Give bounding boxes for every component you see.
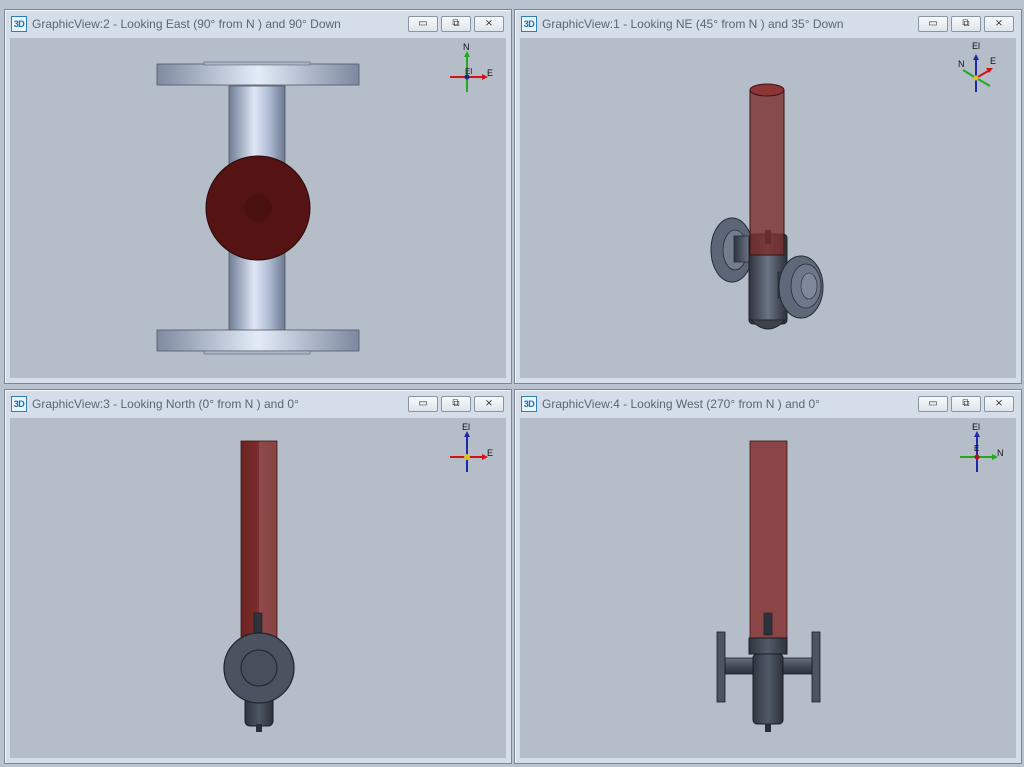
restore-icon: ⧉ (452, 18, 460, 29)
minimize-icon: ▭ (928, 398, 938, 409)
close-button[interactable]: ⨯ (474, 16, 504, 32)
graphic-view-1-titlebar[interactable]: 3D GraphicView:1 - Looking NE (45° from … (515, 10, 1021, 38)
restore-button[interactable]: ⧉ (951, 16, 981, 32)
graphic-view-4-window[interactable]: 3D GraphicView:4 - Looking West (270° fr… (514, 389, 1022, 764)
3d-view-icon: 3D (521, 16, 537, 32)
axis-label-up: El (972, 41, 981, 51)
axis-triad: El N E (956, 422, 1006, 472)
close-button[interactable]: ⨯ (984, 16, 1014, 32)
cover (748, 637, 788, 655)
graphic-view-1-window[interactable]: 3D GraphicView:1 - Looking NE (45° from … (514, 9, 1022, 384)
close-icon: ⨯ (994, 398, 1004, 409)
axis-label-up: N (463, 42, 470, 52)
left-flange (716, 631, 726, 703)
bottom-flange (156, 329, 360, 352)
minimize-icon: ▭ (928, 18, 938, 29)
3d-view-icon: 3D (11, 16, 27, 32)
axis-triad: El E (446, 422, 496, 472)
restore-button[interactable]: ⧉ (441, 396, 471, 412)
graphic-view-4-title: GraphicView:4 - Looking West (270° from … (542, 397, 820, 411)
close-button[interactable]: ⨯ (984, 396, 1014, 412)
axis-label-right: N (997, 448, 1004, 458)
top-flange-face (203, 61, 311, 66)
axis-label-up: El (462, 422, 471, 432)
axis-label-right: E (487, 448, 494, 458)
graphic-view-3-titlebar[interactable]: 3D GraphicView:3 - Looking North (0° fro… (5, 390, 511, 418)
minimize-icon: ▭ (418, 398, 428, 409)
minimize-button[interactable]: ▭ (408, 396, 438, 412)
graphic-view-2-viewport[interactable]: N E El (10, 38, 506, 378)
axis-label-left: N (958, 59, 965, 69)
right-flange (811, 631, 821, 703)
graphic-view-3-viewport[interactable]: El E (10, 418, 506, 758)
strainer-body (752, 653, 784, 725)
right-nozzle (781, 657, 813, 675)
left-nozzle (724, 657, 756, 675)
axis-label-right: E (990, 56, 997, 66)
minimize-button[interactable]: ▭ (408, 16, 438, 32)
graphic-view-4-viewport[interactable]: El N E (520, 418, 1016, 758)
basket-cylinder (240, 440, 278, 639)
close-icon: ⨯ (484, 18, 494, 29)
graphic-view-1-viewport[interactable]: El E N (520, 38, 1016, 378)
basket-cylinder (749, 89, 785, 256)
close-icon: ⨯ (484, 398, 494, 409)
restore-icon: ⧉ (962, 18, 970, 29)
axis-label-up: El (972, 422, 981, 432)
restore-icon: ⧉ (962, 398, 970, 409)
bottom-flange-face (203, 350, 311, 355)
axis-label-right: E (487, 68, 494, 78)
3d-view-icon: 3D (11, 396, 27, 412)
basket-cylinder (749, 440, 788, 639)
graphic-view-2-titlebar[interactable]: 3D GraphicView:2 - Looking East (90° fro… (5, 10, 511, 38)
axis-triad-graphic (962, 54, 993, 92)
strainer-isometric-view (710, 83, 824, 330)
graphic-view-4-titlebar[interactable]: 3D GraphicView:4 - Looking West (270° fr… (515, 390, 1021, 418)
axis-triad: N E El (446, 42, 496, 92)
minimize-button[interactable]: ▭ (918, 396, 948, 412)
minimize-icon: ▭ (418, 18, 428, 29)
graphic-view-1-title: GraphicView:1 - Looking NE (45° from N )… (542, 17, 844, 31)
axis-label-center: E (974, 444, 980, 453)
graphic-view-3-title: GraphicView:3 - Looking North (0° from N… (32, 397, 299, 411)
strainer-top-view (156, 61, 360, 355)
strainer-north-view (223, 440, 295, 732)
graphic-view-2-title: GraphicView:2 - Looking East (90° from N… (32, 17, 341, 31)
strainer-plug (244, 194, 272, 222)
restore-icon: ⧉ (452, 398, 460, 409)
graphic-view-3-window[interactable]: 3D GraphicView:3 - Looking North (0° fro… (4, 389, 512, 764)
restore-button[interactable]: ⧉ (441, 16, 471, 32)
axis-triad: El E N (950, 41, 1000, 92)
minimize-button[interactable]: ▭ (918, 16, 948, 32)
axis-label-center: El (465, 67, 473, 76)
strainer-west-view (716, 440, 821, 732)
restore-button[interactable]: ⧉ (951, 396, 981, 412)
top-flange (156, 63, 360, 86)
3d-view-icon: 3D (521, 396, 537, 412)
close-icon: ⨯ (994, 18, 1004, 29)
graphic-view-2-window[interactable]: 3D GraphicView:2 - Looking East (90° fro… (4, 9, 512, 384)
close-button[interactable]: ⨯ (474, 396, 504, 412)
